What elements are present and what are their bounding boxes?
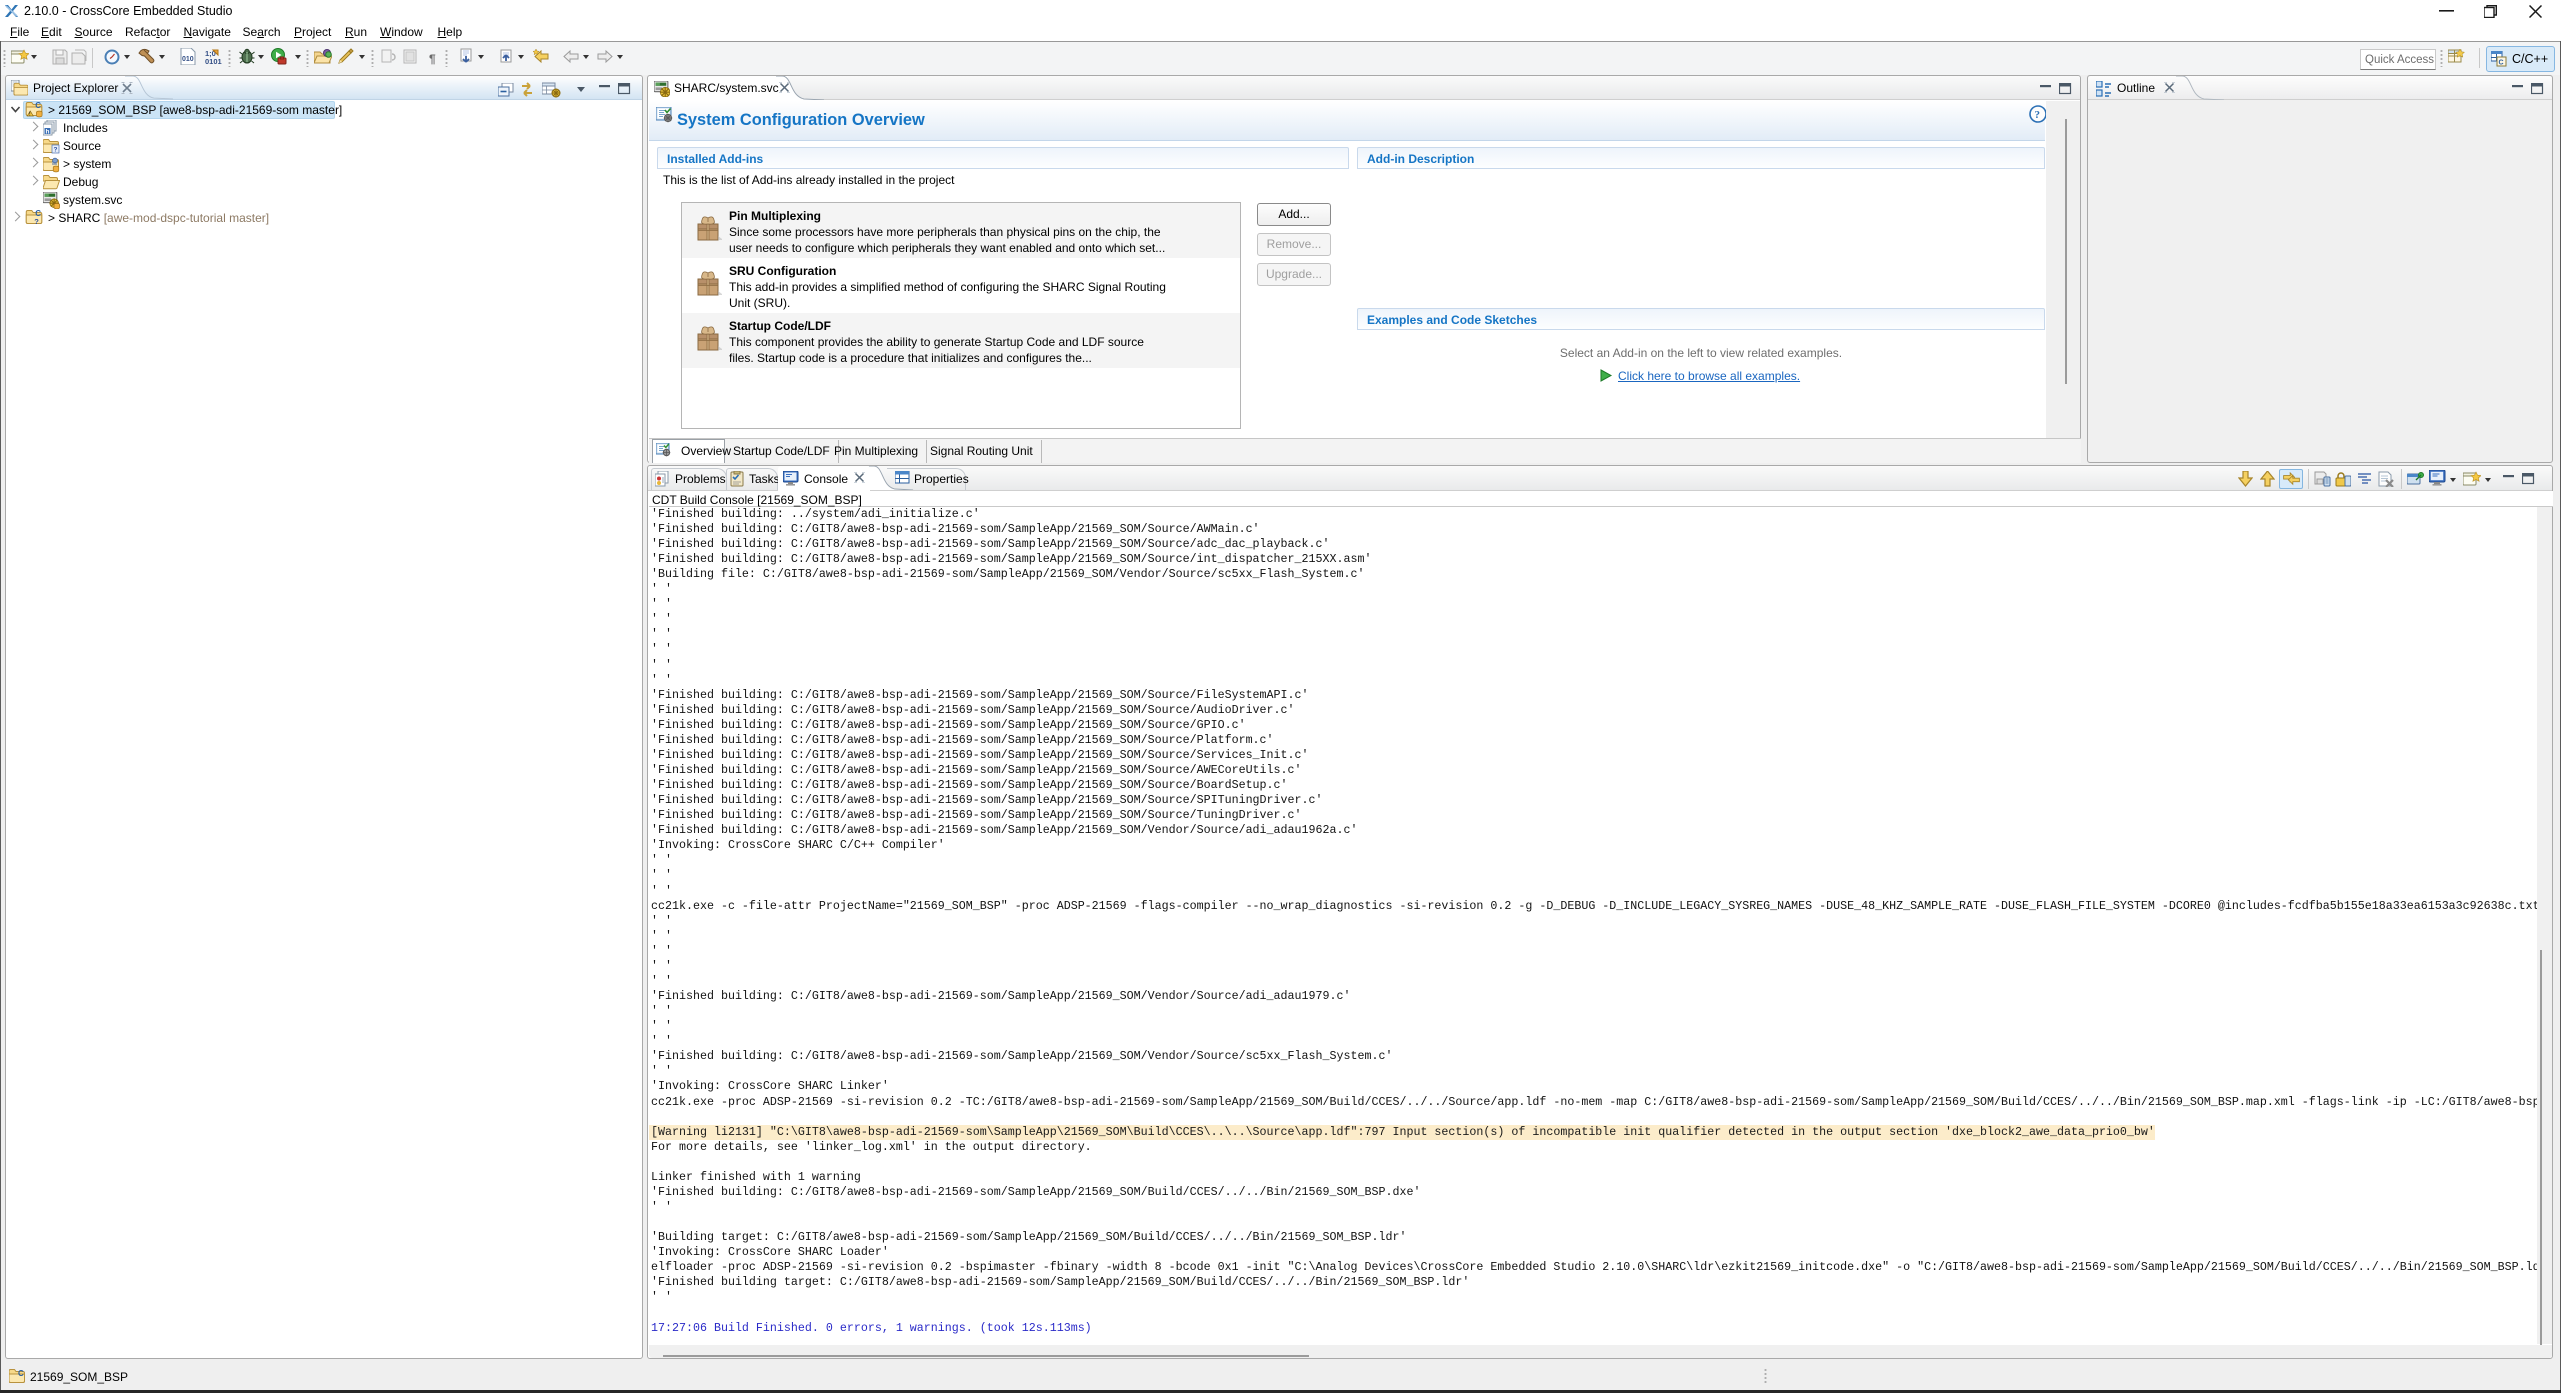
svg-text:?: ? [2035, 109, 2041, 121]
svg-text:h: h [46, 129, 50, 136]
svg-text:!: ! [29, 112, 31, 118]
svg-text:C: C [18, 1369, 24, 1378]
svg-text:C: C [35, 101, 41, 110]
svg-text:?: ? [34, 217, 39, 226]
svg-text:010: 010 [182, 56, 194, 63]
svg-text:C: C [2499, 60, 2504, 67]
svg-text:0101: 0101 [205, 57, 222, 65]
svg-text:?: ? [54, 147, 58, 154]
